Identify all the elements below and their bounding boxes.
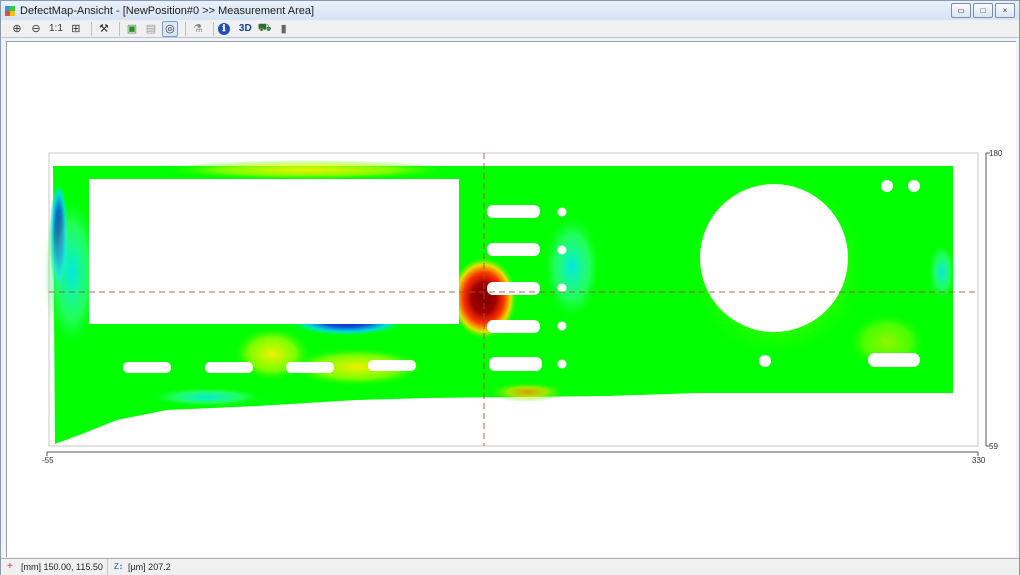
cyan-right (928, 242, 956, 302)
y-axis-min-label: 59 (989, 442, 998, 451)
x-axis-max-label: 330 (972, 456, 986, 465)
close-button[interactable]: × (995, 3, 1015, 18)
cutout-hole (759, 355, 771, 367)
cutout-slot (487, 320, 540, 333)
cutout-slot (487, 205, 540, 218)
title-bar[interactable]: DefectMap-Ansicht - [NewPosition#0 >> Me… (1, 1, 1019, 20)
crosshair-icon: + (7, 561, 13, 572)
cutout-slot (487, 282, 540, 295)
layers-icon[interactable]: ▤ (143, 21, 159, 37)
image-icon[interactable]: ▣ (124, 21, 140, 37)
toolbar-separator (90, 21, 92, 36)
window-title: DefectMap-Ansicht - [NewPosition#0 >> Me… (20, 4, 315, 17)
status-z: Z↕ [µm] 207.2 (108, 559, 171, 575)
cutout-slot (868, 353, 920, 367)
cutout-hole (557, 207, 567, 217)
car-icon[interactable]: ⛟ (257, 21, 273, 37)
cutout-slot (487, 243, 540, 256)
zoom-1to1-button[interactable]: 1:1 (47, 21, 65, 37)
window-controls: ▭ □ × (951, 3, 1015, 18)
cutout-rectangle-large (89, 179, 459, 324)
cyan-middle (542, 212, 602, 322)
cutout-slot (489, 357, 542, 371)
cutout-slot (368, 360, 416, 371)
flask-icon[interactable]: ⚗ (190, 21, 206, 37)
view-3d-button[interactable]: 3D (237, 21, 254, 37)
cyan-bottom-left (147, 387, 267, 407)
cutout-hole (557, 245, 567, 255)
status-bar: + [mm] 150.00, 115.50 Z↕ [µm] 207.2 (1, 558, 1019, 575)
minimize-button[interactable]: ▭ (951, 3, 971, 18)
cutout-hole (881, 180, 893, 192)
target-icon[interactable]: ◎ (161, 20, 178, 37)
cutout-hole (908, 180, 920, 192)
scale-bar-icon[interactable]: ▮ (276, 21, 292, 37)
cutout-slot (286, 362, 334, 373)
grid-icon[interactable]: ⊞ (68, 21, 84, 37)
z-axis-icon: Z↕ (114, 562, 123, 571)
toolbar-separator (118, 21, 120, 36)
zoom-in-icon[interactable]: ⊕ (9, 21, 25, 37)
orange-bottom (487, 382, 567, 402)
position-readout: [mm] 150.00, 115.50 (21, 562, 103, 572)
cutout-hole (557, 359, 567, 369)
y-axis-max-label: 180 (989, 149, 1003, 158)
zoom-out-icon[interactable]: ⊖ (28, 21, 44, 37)
status-position: + [mm] 150.00, 115.50 (1, 559, 108, 575)
app-icon (5, 5, 15, 16)
toolbar-separator (184, 21, 186, 36)
maximize-button[interactable]: □ (973, 3, 993, 18)
toolbar: ⊕ ⊖ 1:1 ⊞ ⚒ ▣ ▤ ◎ ⚗ ℹ 3D ⛟ ▮ (1, 20, 1019, 38)
cutout-hole (557, 283, 567, 293)
z-value-readout: [µm] 207.2 (128, 562, 171, 572)
tools-icon[interactable]: ⚒ (96, 21, 112, 37)
cutout-hole (557, 321, 567, 331)
application-window: DefectMap-Ansicht - [NewPosition#0 >> Me… (0, 0, 1020, 575)
cutout-slot (123, 362, 171, 373)
defect-map-canvas[interactable]: -55 330 180 59 (7, 42, 1016, 557)
defect-map-view[interactable]: -55 330 180 59 (6, 41, 1016, 557)
info-icon[interactable]: ℹ (217, 22, 230, 35)
toolbar-separator (212, 21, 214, 36)
yellow-top-edge (157, 160, 457, 180)
cutout-circle-large (700, 184, 848, 332)
cutout-slot (205, 362, 253, 373)
x-axis-min-label: -55 (42, 456, 54, 465)
